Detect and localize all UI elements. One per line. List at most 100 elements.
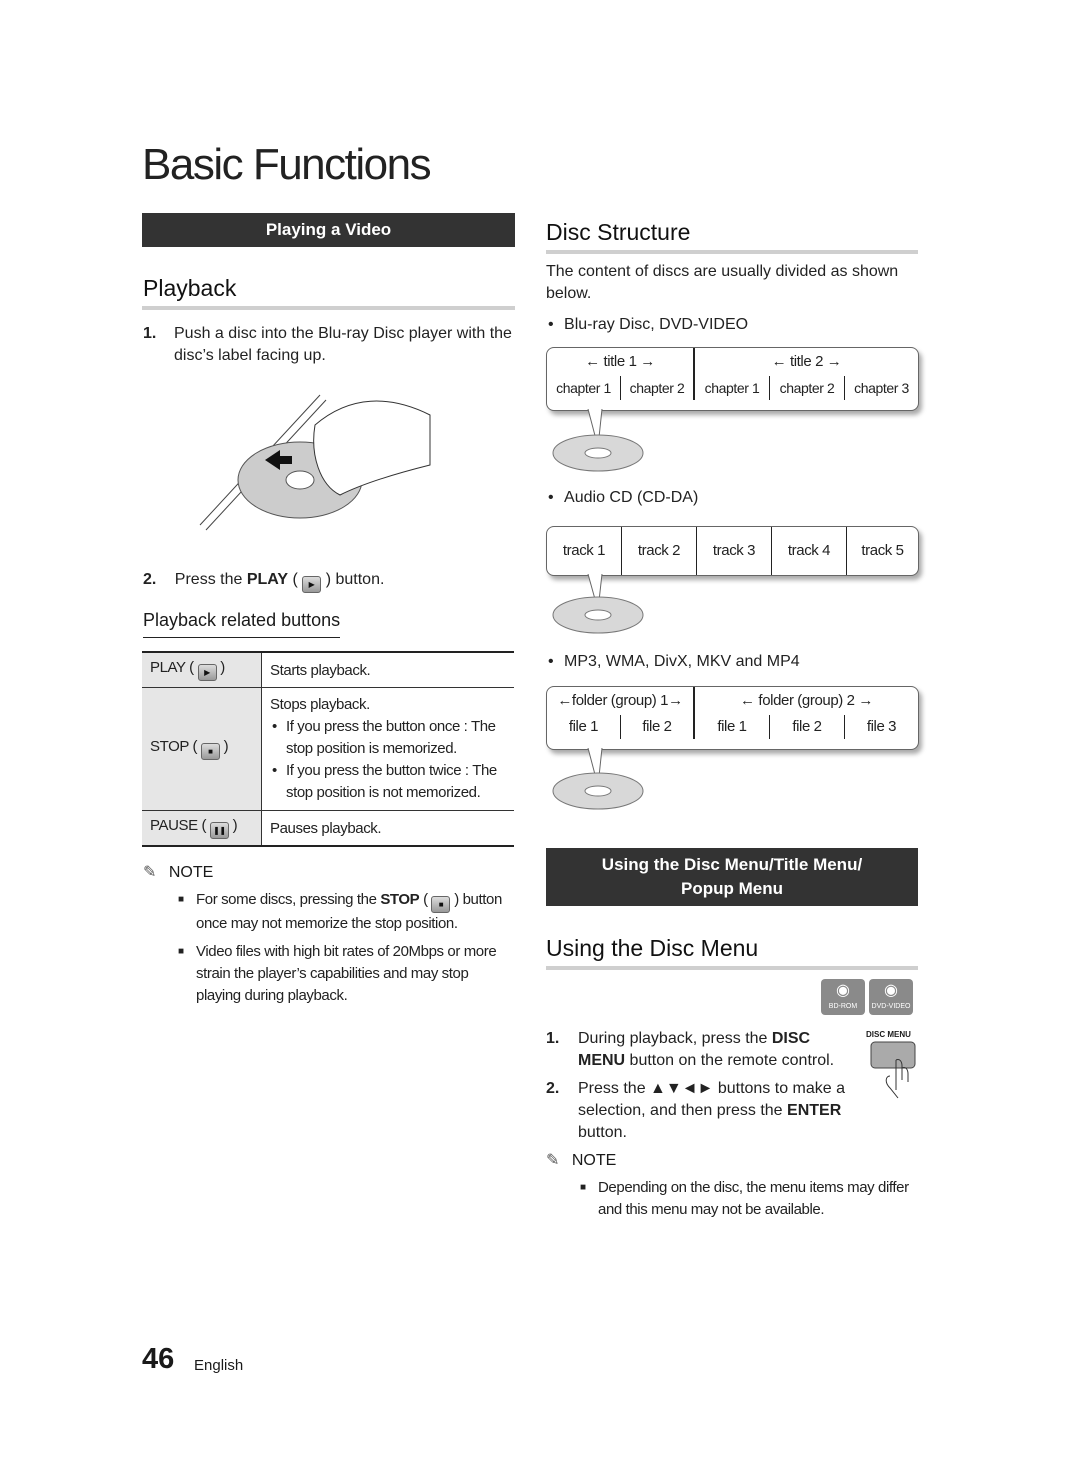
disc-type-badges: ◉ BD-ROM ◉ DVD-VIDEO [821,979,913,1015]
step-number: 1. [143,325,157,342]
step-2: 2. Press the PLAY ( ▶ ) button. [143,569,384,593]
disc-icon [552,574,644,634]
description-cell: Pauses playback. [261,810,514,846]
chapter-segment: chapter 1 [695,376,770,400]
button-name-cell: PAUSE ( ❚❚ ) [142,810,262,846]
file-segment: file 2 [621,715,695,739]
button-name: STOP [150,738,189,755]
file-segment: file 1 [695,715,770,739]
stop-button-icon: ■ [431,896,451,913]
note-item: ■ Video files with high bit rates of 20Mb… [178,943,497,1004]
bd-label: • Blu-ray Disc, DVD-VIDEO [548,316,749,333]
subheading-playback-buttons: Playback related buttons [143,610,341,638]
title-segment: ← title 2 → [771,353,842,370]
button-name: PLAY [150,659,186,676]
badge-label: BD-ROM [828,1003,858,1010]
play-button-icon: ▶ [197,664,217,681]
description-cell: Stops playback. • If you press the button… [261,687,514,811]
using-disc-menu-heading: Using the Disc Menu [546,935,759,961]
note-label: NOTE [571,1152,617,1169]
pause-button-icon: ❚❚ [209,822,229,839]
heading-rule [142,306,515,310]
chapter-segment: chapter 2 [621,376,695,400]
step-number: 2. [546,1080,560,1097]
track-segment: track 3 [697,527,772,575]
stop-button-icon: ■ [200,743,220,760]
pencil-icon: ✎ [546,1152,560,1169]
playback-buttons-table: PLAY ( ▶ ) Starts playback. STOP ( ■ ) S… [142,651,514,847]
footer-language: English [194,1357,244,1374]
playback-heading: Playback [143,275,237,301]
title-label: title 1 [603,353,637,370]
cd-label: • Audio CD (CD-DA) [548,489,699,506]
folder-segment: ← folder (group) 2 → [740,692,873,709]
step-bold: PLAY [246,571,289,588]
note-header: ✎ NOTE [546,1150,616,1170]
chapter-segment: chapter 2 [770,376,845,400]
badge-label: DVD-VIDEO [871,1003,911,1010]
track-segment: track 5 [861,542,904,559]
step-text: button. [578,1124,627,1141]
disc-menu-step-1: 1. During playback, press the DISC MENU … [546,1028,856,1072]
section-bar-line: Popup Menu [681,879,783,898]
note-text: For some discs, pressing the [196,891,381,908]
badge-dvd-video: ◉ DVD-VIDEO [869,979,913,1015]
track-segment: track 2 [622,527,697,575]
table-row: PLAY ( ▶ ) Starts playback. [142,652,514,688]
cd-label-text: Audio CD (CD-DA) [564,489,699,506]
track-segment: track 1 [547,527,622,575]
page-title: Basic Functions [142,140,432,189]
pencil-icon: ✎ [143,864,157,881]
disc-structure-heading: Disc Structure [546,219,691,245]
note-bold: STOP [380,891,420,908]
note-text: Video files with high bit rates of 20Mbp… [196,943,497,1004]
section-bar-disc-menu: Using the Disc Menu/Title Menu/ Popup Me… [546,848,918,906]
track-segment: track 4 [772,527,847,575]
mp3-structure-diagram: ←folder (group) 1→ ← folder (group) 2 → … [546,686,919,750]
bd-label-text: Blu-ray Disc, DVD-VIDEO [564,316,749,333]
chapter-segment: chapter 1 [547,376,621,400]
step-text: Press the [174,571,247,588]
step-text: Push a disc into the Blu-ray Disc player… [174,325,512,364]
heading-rule [546,250,918,254]
play-button-icon: ▶ [302,576,322,593]
mp3-label-text: MP3, WMA, DivX, MKV and MP4 [564,653,800,670]
bullet-text: If you press the button twice : The stop… [286,762,497,801]
folder-segment: ←folder (group) 1→ [547,687,695,715]
file-segment: file 2 [770,715,845,739]
note-list: ■ For some discs, pressing the STOP ( ■ )… [178,889,514,1007]
section-bar-line: Using the Disc Menu/Title Menu/ [601,855,863,874]
note-item: ■ For some discs, pressing the STOP ( ■ )… [178,891,502,932]
badge-bd-rom: ◉ BD-ROM [821,979,865,1015]
step-number: 2. [143,571,157,588]
file-segment: file 3 [866,718,897,735]
disc-insert-illustration [199,394,431,531]
disc-icon [552,409,644,472]
table-row: PAUSE ( ❚❚ ) Pauses playback. [142,810,514,846]
disc-menu-step-2: 2. Press the ▲▼◄► buttons to make a sele… [546,1078,856,1144]
button-name: PAUSE [150,817,198,834]
title-segment: ← title 1 → [547,348,695,376]
page-number: 46 [142,1343,175,1375]
button-name-cell: STOP ( ■ ) [142,687,262,811]
bd-structure-diagram: ← title 1 → ← title 2 → chapter 1 chapte… [546,347,919,411]
remote-button-label: DISC MENU [866,1030,911,1039]
step-1: 1. Push a disc into the Blu-ray Disc pla… [143,323,515,367]
description-cell: Starts playback. [270,661,371,679]
step-text: button on the remote control. [625,1052,835,1069]
folder-label: folder (group) 1 [571,692,669,709]
step-number: 1. [546,1030,560,1047]
disc-structure-intro: The content of discs are usually divided… [546,263,899,302]
table-row: STOP ( ■ ) Stops playback. • If you press… [142,687,514,811]
bullet-text: If you press the button once : The stop … [286,718,496,757]
note-text: Depending on the disc, the menu items ma… [598,1179,909,1218]
button-name-cell: PLAY ( ▶ ) [142,652,262,688]
remote-button-hand-icon [870,1041,916,1099]
note-label: NOTE [168,864,214,881]
note-item: ■ Depending on the disc, the menu items m… [580,1179,909,1218]
step-text: During playback, press the [578,1030,772,1047]
title-label: title 2 [789,353,824,370]
cd-structure-diagram: track 1 track 2 track 3 track 4 track 5 [546,526,919,576]
step-text: button. [331,571,385,588]
section-bar-playing-a-video: Playing a Video [142,213,515,247]
